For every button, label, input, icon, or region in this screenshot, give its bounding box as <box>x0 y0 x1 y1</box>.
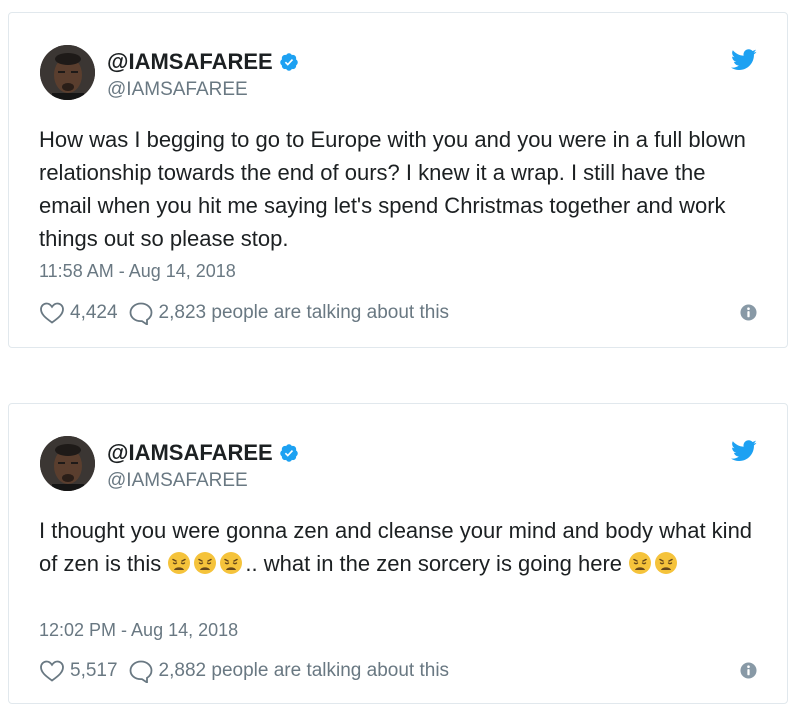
display-name[interactable]: @IAMSAFAREE <box>107 440 273 466</box>
weary-face-emoji-group <box>628 551 680 576</box>
avatar[interactable] <box>40 45 95 100</box>
speech-bubble-icon <box>129 302 152 325</box>
tweet-actions: 5,517 2,882 people are talking about thi… <box>39 656 757 686</box>
weary-face-emoji <box>629 552 652 574</box>
conversation-link[interactable]: 2,882 people are talking about this <box>128 659 450 683</box>
verified-badge-icon <box>279 444 298 462</box>
like-count: 5,517 <box>70 660 118 681</box>
display-name[interactable]: @IAMSAFAREE <box>107 49 273 75</box>
talking-count: 2,882 people are talking about this <box>158 660 450 681</box>
tweet-actions: 4,424 2,823 people are talking about thi… <box>39 298 757 328</box>
twitter-bird-icon[interactable] <box>731 49 757 71</box>
like-count: 4,424 <box>70 302 118 323</box>
speech-bubble-icon <box>129 660 152 683</box>
tweet-text-part: .. what in the zen sorcery is going here <box>245 551 629 576</box>
timestamp-link[interactable]: 11:58 AM - Aug 14, 2018 <box>39 261 236 282</box>
timestamp-link[interactable]: 12:02 PM - Aug 14, 2018 <box>39 620 238 641</box>
avatar[interactable] <box>40 436 95 491</box>
info-icon[interactable] <box>740 304 757 321</box>
heart-icon <box>40 302 64 324</box>
conversation-link[interactable]: 2,823 people are talking about this <box>128 301 450 325</box>
author-name[interactable]: @IAMSAFAREE <box>107 440 299 466</box>
tweet-text: I thought you were gonna zen and cleanse… <box>39 514 759 580</box>
tweet-text: How was I begging to go to Europe with y… <box>39 127 746 251</box>
heart-icon <box>40 660 64 682</box>
author-handle[interactable]: @IAMSAFAREE <box>107 79 248 101</box>
like-button[interactable]: 4,424 <box>39 301 118 325</box>
twitter-bird-icon[interactable] <box>731 440 757 462</box>
weary-face-emoji-group <box>167 551 245 576</box>
author-name[interactable]: @IAMSAFAREE <box>107 49 299 75</box>
author-handle[interactable]: @IAMSAFAREE <box>107 470 248 492</box>
weary-face-emoji <box>655 552 678 574</box>
tweet-card[interactable]: @IAMSAFAREE @IAMSAFAREE I thought you we… <box>8 403 788 704</box>
talking-count: 2,823 people are talking about this <box>158 302 450 323</box>
weary-face-emoji <box>220 552 243 574</box>
tweet-card[interactable]: @IAMSAFAREE @IAMSAFAREE How was I beggin… <box>8 12 788 348</box>
like-button[interactable]: 5,517 <box>39 659 118 683</box>
info-icon[interactable] <box>740 662 757 679</box>
weary-face-emoji <box>194 552 217 574</box>
weary-face-emoji <box>168 552 191 574</box>
verified-badge-icon <box>279 53 298 71</box>
